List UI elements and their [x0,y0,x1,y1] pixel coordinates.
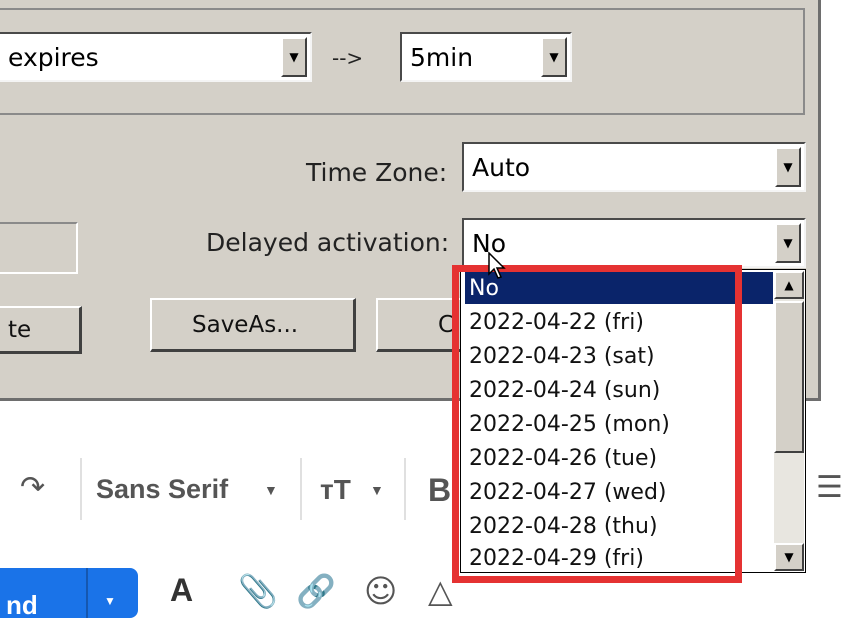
expire-mode-value: expires [8,42,99,72]
send-divider [86,568,88,618]
blank-field [0,222,78,274]
chevron-down-icon[interactable]: ▼ [775,147,801,187]
drive-icon[interactable]: △ [428,572,453,610]
dropdown-option[interactable]: 2022-04-24 (sun) [465,374,660,406]
attach-icon[interactable]: 📎 [238,572,278,610]
size-dropdown-icon[interactable]: ▼ [370,482,384,498]
font-dropdown-icon[interactable]: ▼ [264,482,278,498]
scroll-down-icon[interactable]: ▼ [774,543,804,571]
scroll-up-icon[interactable]: ▲ [774,271,804,299]
dropdown-option[interactable]: 2022-04-22 (fri) [465,306,644,338]
bold-icon[interactable]: B [428,472,451,509]
duration-select[interactable]: 5min ▼ [400,32,572,82]
chevron-down-icon[interactable]: ▼ [281,37,307,77]
redo-icon[interactable]: ↷ [20,470,45,505]
dropdown-scrollbar[interactable]: ▲ ▼ [774,271,804,571]
chevron-down-icon[interactable]: ▼ [541,37,567,77]
dropdown-option[interactable]: 2022-04-28 (thu) [465,510,658,542]
send-label: nd [6,590,38,620]
text-size-icon[interactable]: ᴛT [320,474,351,506]
font-family-select[interactable]: Sans Serif [96,474,228,505]
dropdown-option[interactable]: 2022-04-26 (tue) [465,442,657,474]
scroll-thumb[interactable] [774,301,804,453]
text-format-icon[interactable]: A [170,572,193,609]
send-options-icon[interactable]: ▼ [104,594,116,608]
chevron-down-icon[interactable]: ▼ [775,223,801,263]
emoji-icon[interactable]: ☺ [364,572,397,610]
delayed-activation-label: Delayed activation: [206,228,450,257]
dropdown-option[interactable]: No [465,272,773,304]
delete-button[interactable]: te [0,306,82,354]
link-icon[interactable]: 🔗 [296,572,336,610]
save-as-button[interactable]: SaveAs... [150,298,356,352]
toolbar-separator [300,458,302,520]
delayed-activation-dropdown[interactable]: No 2022-04-22 (fri) 2022-04-23 (sat) 202… [460,269,806,573]
time-zone-value: Auto [472,152,531,182]
dropdown-option[interactable]: 2022-04-27 (wed) [465,476,667,508]
arrow-label: --> [332,46,364,70]
dropdown-option[interactable]: 2022-04-23 (sat) [465,340,655,372]
numbered-list-icon[interactable]: ☰ [816,470,843,505]
time-zone-select[interactable]: Auto ▼ [462,142,806,192]
toolbar-separator [404,458,406,520]
dropdown-option[interactable]: 2022-04-25 (mon) [465,408,670,440]
send-button[interactable]: nd ▼ [0,568,138,620]
time-zone-label: Time Zone: [306,158,448,187]
toolbar-separator [80,458,82,520]
cursor-icon [488,252,506,279]
delayed-activation-select[interactable]: No ▼ [462,218,806,268]
dropdown-option[interactable]: 2022-04-29 (fri) [465,542,644,572]
expire-mode-select[interactable]: expires ▼ [0,32,312,82]
duration-value: 5min [410,42,474,72]
